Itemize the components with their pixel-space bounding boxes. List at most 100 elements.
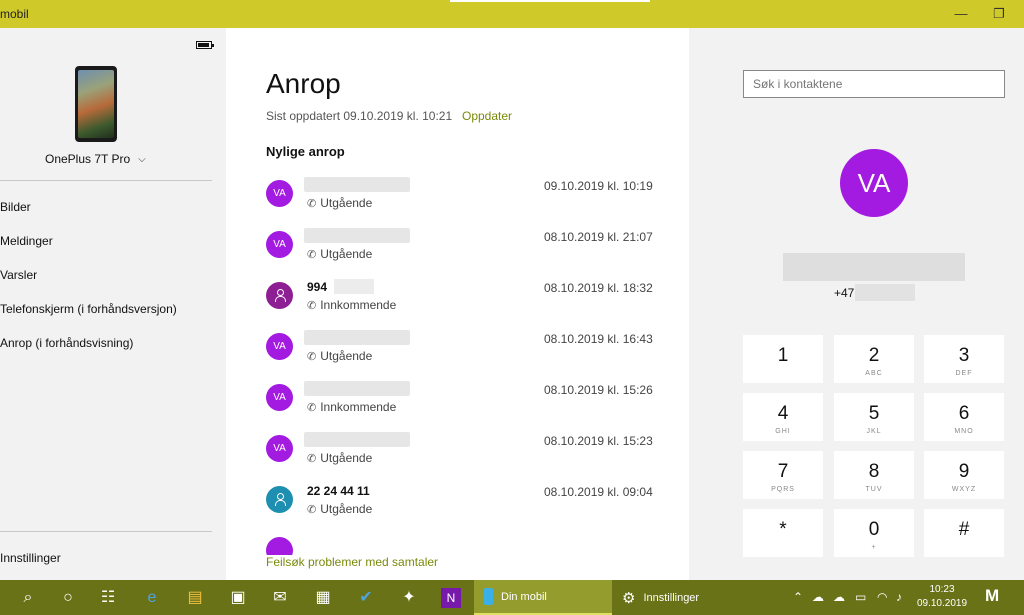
edge-icon[interactable]: e (142, 588, 162, 608)
divider (0, 531, 212, 532)
caller-number: 994 (307, 280, 328, 294)
call-type: Utgående (320, 247, 373, 261)
troubleshoot-link[interactable]: Feilsøk problemer med samtaler (266, 555, 646, 575)
sidebar-item-settings[interactable]: Innstillinger (0, 551, 61, 565)
chevron-down-icon: ⌵ (138, 153, 146, 165)
call-row[interactable]: 994 ✆ Innkommende 08.10.2019 kl. 18:32 (266, 279, 666, 323)
taskbar-app-label: Din mobil (501, 590, 547, 603)
contact-avatar-large: VA (840, 149, 908, 217)
call-row[interactable]: VA ✆ Utgående 08.10.2019 kl. 21:07 (266, 228, 666, 272)
sidebar-item-bilder[interactable]: Bilder (0, 200, 31, 214)
incoming-call-icon: ✆ (307, 300, 317, 312)
dialpad-key-8[interactable]: 8 TUV (834, 451, 914, 499)
dialpad-key-4[interactable]: 4 GHI (743, 393, 823, 441)
call-row[interactable]: VA ✆ Innkommende 08.10.2019 kl. 15:26 (266, 381, 666, 425)
volume-icon[interactable]: ♪ (896, 590, 902, 604)
call-time: 08.10.2019 kl. 09:04 (544, 485, 653, 499)
taskbar-app-your-phone[interactable]: Din mobil (474, 580, 612, 615)
call-row[interactable]: VA ✆ Utgående 09.10.2019 kl. 10:19 (266, 177, 666, 221)
taskbar-app-settings[interactable]: ⚙ Innstillinger (612, 580, 742, 615)
page-title: Anrop (266, 68, 341, 99)
dialpad-key-5[interactable]: 5 JKL (834, 393, 914, 441)
call-row[interactable]: VA ✆ Utgående 08.10.2019 kl. 15:23 (266, 432, 666, 476)
dialpad-key-1[interactable]: 1 (743, 335, 823, 383)
redacted-contact-name (783, 253, 965, 281)
calendar-icon[interactable]: ▦ (313, 588, 333, 608)
wifi-icon[interactable]: ◠ (877, 590, 887, 604)
dialpad-key-hash[interactable]: # (924, 509, 1004, 557)
redacted-phone-number (855, 284, 915, 301)
todo-icon[interactable]: ✔ (356, 588, 376, 608)
caller-number: 22 24 44 11 (307, 484, 370, 498)
call-time: 08.10.2019 kl. 16:43 (544, 332, 653, 346)
clock-time: 10:23 (929, 584, 955, 595)
phone-image (75, 66, 117, 142)
outgoing-call-icon: ✆ (307, 198, 317, 210)
call-time: 08.10.2019 kl. 15:23 (544, 434, 653, 448)
title-bar-highlight (450, 0, 650, 2)
refresh-link[interactable]: Oppdater (462, 109, 512, 123)
gear-icon: ⚙ (622, 589, 636, 607)
maximize-button[interactable]: ❐ (984, 4, 1014, 24)
window-title: mobil (0, 7, 29, 21)
task-view-icon[interactable]: ☷ (98, 588, 118, 608)
outgoing-call-icon: ✆ (307, 504, 317, 516)
country-code: +47 (834, 286, 855, 300)
redacted-name (304, 177, 410, 192)
minimize-button[interactable]: — (946, 4, 976, 24)
slack-icon[interactable]: ✦ (399, 588, 419, 608)
sidebar-item-anrop[interactable]: Anrop (i forhåndsvisning) (0, 336, 133, 350)
sidebar-item-telefonskjerm[interactable]: Telefonskjerm (i forhåndsversjon) (0, 302, 177, 316)
cloud-sync-icon[interactable]: ☁ (833, 590, 845, 604)
outgoing-call-icon: ✆ (307, 453, 317, 465)
outgoing-call-icon: ✆ (307, 249, 317, 261)
dialpad-key-2[interactable]: 2 ABC (834, 335, 914, 383)
phone-icon (484, 588, 493, 605)
notification-icon[interactable]: M (985, 586, 999, 606)
store-icon[interactable]: ▣ (228, 588, 248, 608)
onenote-icon[interactable]: N (441, 588, 461, 608)
taskbar-app-label: Innstillinger (643, 591, 700, 604)
sidebar-item-meldinger[interactable]: Meldinger (0, 234, 53, 248)
battery-tray-icon[interactable]: ▭ (855, 590, 866, 604)
sidebar-item-varsler[interactable]: Varsler (0, 268, 37, 282)
dialpad-key-0[interactable]: 0 + (834, 509, 914, 557)
contact-avatar (266, 282, 293, 309)
device-selector[interactable]: OnePlus 7T Pro ⌵ (45, 152, 146, 166)
file-explorer-icon[interactable]: ▤ (185, 588, 205, 608)
dialpad-key-3[interactable]: 3 DEF (924, 335, 1004, 383)
contact-avatar: VA (266, 435, 293, 462)
redacted-name (304, 432, 410, 447)
taskbar: ⌕ ○ ☷ e ▤ ▣ ✉ ▦ ✔ ✦ N Din mobil ⚙ Innsti… (0, 580, 1024, 615)
contact-avatar (266, 486, 293, 513)
dialpad-key-9[interactable]: 9 WXYZ (924, 451, 1004, 499)
call-row[interactable]: VA ✆ Utgående 08.10.2019 kl. 16:43 (266, 330, 666, 374)
person-icon (275, 493, 286, 506)
onedrive-icon[interactable]: ☁ (812, 590, 824, 604)
redacted-number (334, 279, 374, 294)
dialpad-key-star[interactable]: * (743, 509, 823, 557)
dialpad-key-7[interactable]: 7 PQRS (743, 451, 823, 499)
call-type: Utgående (320, 451, 373, 465)
contact-panel: VA +47 1 2ABC 3DEF 4GHI 5JKL 6MNO 7PQRS … (689, 28, 1024, 580)
call-time: 08.10.2019 kl. 21:07 (544, 230, 653, 244)
clock[interactable]: 10:23 09.10.2019 (916, 583, 968, 611)
redacted-name (304, 228, 410, 243)
search-icon[interactable]: ⌕ (18, 588, 38, 608)
battery-icon (196, 41, 214, 49)
call-type: Utgående (320, 349, 373, 363)
chevron-up-icon[interactable]: ⌃ (793, 590, 803, 604)
device-name: OnePlus 7T Pro (45, 152, 131, 166)
cortana-icon[interactable]: ○ (58, 588, 78, 608)
call-type: Utgående (320, 196, 373, 210)
redacted-name (304, 381, 410, 396)
mail-icon[interactable]: ✉ (270, 588, 290, 608)
redacted-name (304, 330, 410, 345)
call-row[interactable]: 22 24 44 11 ✆ Utgående 08.10.2019 kl. 09:… (266, 483, 666, 527)
call-type: Innkommende (320, 298, 397, 312)
contact-search-input[interactable] (743, 70, 1005, 98)
outgoing-call-icon: ✆ (307, 351, 317, 363)
call-time: 09.10.2019 kl. 10:19 (544, 179, 653, 193)
calls-panel: Anrop Sist oppdatert 09.10.2019 kl. 10:2… (226, 28, 689, 580)
dialpad-key-6[interactable]: 6 MNO (924, 393, 1004, 441)
